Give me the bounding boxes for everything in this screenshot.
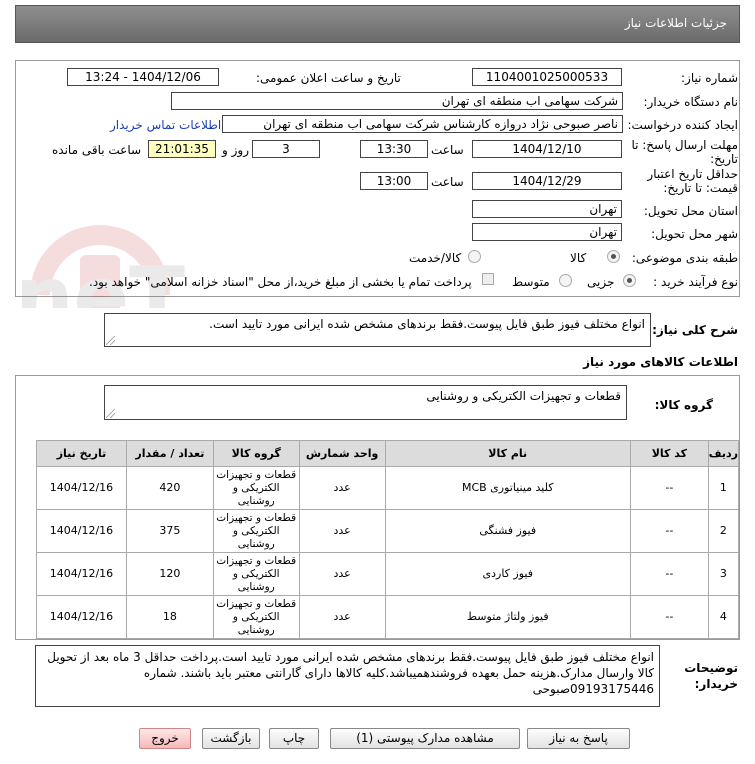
cell-unit: عدد [298,509,386,553]
buyer-contact-link[interactable]: اطلاعات تماس خریدار [110,118,221,132]
col-name: نام کالا [384,440,631,467]
validity-time-label: ساعت [431,175,464,189]
process-label: نوع فرآیند خرید : [653,275,738,289]
need-number-field[interactable]: 1104001025000533 [472,68,622,86]
table-header-row: ردیف کد کالا نام کالا واحد شمارش گروه کا… [36,440,740,467]
category-goods-radio[interactable] [607,250,620,263]
city-label: شهر محل تحویل: [651,227,738,241]
cell-row: 4 [707,595,740,639]
col-row: ردیف [707,440,740,467]
table-row[interactable]: 4 -- فیوز ولتاژ متوسط عدد قطعات و تجهیزا… [36,595,740,639]
process-partial-radio[interactable] [623,274,636,287]
cell-name: کلید مینیاتوری MCB [384,466,631,510]
col-date: تاریخ نیاز [36,440,127,467]
cell-code: -- [629,552,709,596]
city-field[interactable]: تهران [472,223,622,241]
buyer-notes-text: انواع مختلف فیوز طبق فایل پیوست.فقط برند… [47,650,654,696]
announce-label: تاریخ و ساعت اعلان عمومی: [256,71,401,85]
col-code: کد کالا [629,440,709,467]
buyer-org-label: نام دستگاه خریدار: [643,95,739,109]
table-row[interactable]: 1 -- کلید مینیاتوری MCB عدد قطعات و تجهی… [36,466,740,510]
cell-group: قطعات و تجهیزات الکتریکی و روشنایی [212,509,300,553]
cell-date: 1404/12/16 [36,595,127,639]
category-label: طبقه بندی موضوعی: [631,251,738,265]
description-label: شرح کلی نیاز: [652,323,738,337]
province-field[interactable]: تهران [472,200,622,218]
description-textarea[interactable]: انواع مختلف فیوز طبق فایل پیوست.فقط برند… [104,313,651,347]
cell-group: قطعات و تجهیزات الکتریکی و روشنایی [212,466,300,510]
days-remaining-field[interactable]: 3 [252,140,320,158]
requester-field[interactable]: ناصر صبوحی نژاد دروازه کارشناس شرکت سهام… [222,115,623,133]
reply-button[interactable]: پاسخ به نیاز [527,728,630,749]
remaining-time-field[interactable]: 21:01:35 [148,140,216,158]
cell-unit: عدد [298,595,386,639]
validity-label: حداقل تاریخ اعتبار قیمت: تا تاریخ: [647,167,738,195]
buyer-notes-textarea[interactable]: انواع مختلف فیوز طبق فایل پیوست.فقط برند… [35,645,660,707]
validity-time-field[interactable]: 13:00 [360,172,428,190]
resize-grip-icon[interactable] [106,409,115,418]
goods-group-textarea[interactable]: قطعات و تجهیزات الکتریکی و روشنایی [104,385,627,420]
print-button[interactable]: چاپ [269,728,319,749]
cell-qty: 375 [125,509,214,553]
cell-row: 2 [707,509,740,553]
goods-table: ردیف کد کالا نام کالا واحد شمارش گروه کا… [36,440,740,639]
cell-row: 3 [707,552,740,596]
exit-button[interactable]: خروج [139,728,191,749]
cell-code: -- [629,466,709,510]
col-group: گروه کالا [212,440,300,467]
province-label: استان محل تحویل: [643,204,738,218]
treasury-payment-checkbox[interactable] [482,273,494,285]
cell-qty: 120 [125,552,214,596]
back-button[interactable]: بازگشت [202,728,260,749]
description-text: انواع مختلف فیوز طبق فایل پیوست.فقط برند… [209,317,645,331]
cell-group: قطعات و تجهیزات الکتریکی و روشنایی [212,595,300,639]
process-medium-radio[interactable] [559,274,572,287]
goods-group-label: گروه کالا: [654,398,713,412]
validity-date-field[interactable]: 1404/12/29 [472,172,622,190]
goods-group-text: قطعات و تجهیزات الکتریکی و روشنایی [426,389,621,403]
page-title-bar: جزئیات اطلاعات نیاز [15,5,740,43]
process-partial-label: جزیی [587,275,615,289]
announce-date-field[interactable]: 1404/12/06 - 13:24 [67,68,219,86]
cell-group: قطعات و تجهیزات الکتریکی و روشنایی [212,552,300,596]
cell-name: فیوز ولتاژ متوسط [384,595,631,639]
cell-date: 1404/12/16 [36,509,127,553]
cell-unit: عدد [298,552,386,596]
buyer-org-field[interactable]: شرکت سهامی اب منطقه ای تهران [171,92,623,110]
col-unit: واحد شمارش [298,440,386,467]
cell-name: فیوز فشنگی [384,509,631,553]
buyer-notes-label: توضیحات خریدار: [684,661,738,691]
cell-row: 1 [707,466,740,510]
process-medium-label: متوسط [512,275,550,289]
category-goods-label: کالا [570,251,587,265]
page-title: جزئیات اطلاعات نیاز [624,16,727,30]
deadline-time-field[interactable]: 13:30 [360,140,428,158]
resize-grip-icon[interactable] [106,336,115,345]
remaining-time-label: ساعت باقی مانده [52,143,142,157]
treasury-payment-note: پرداخت تمام یا بخشی از مبلغ خرید،از محل … [89,275,472,289]
cell-code: -- [629,509,709,553]
requester-label: ایجاد کننده درخواست: [627,118,738,132]
cell-unit: عدد [298,466,386,510]
cell-name: فیوز کاردی [384,552,631,596]
goods-section-title: اطلاعات کالاهای مورد نیاز [583,355,738,369]
table-row[interactable]: 2 -- فیوز فشنگی عدد قطعات و تجهیزات الکت… [36,509,740,553]
category-goods-service-label: کالا/خدمت [409,251,462,265]
need-number-label: شماره نیاز: [681,71,738,85]
cell-qty: 18 [125,595,214,639]
table-row[interactable]: 3 -- فیوز کاردی عدد قطعات و تجهیزات الکت… [36,552,740,596]
view-attachments-button[interactable]: مشاهده مدارک پیوستی (1) [330,728,520,749]
cell-code: -- [629,595,709,639]
category-goods-service-radio[interactable] [468,250,481,263]
days-label: روز و [222,143,249,157]
col-qty: تعداد / مقدار [125,440,214,467]
deadline-time-label: ساعت [431,143,464,157]
cell-date: 1404/12/16 [36,552,127,596]
deadline-label: مهلت ارسال پاسخ: تا تاریخ: [631,138,738,166]
cell-date: 1404/12/16 [36,466,127,510]
cell-qty: 420 [125,466,214,510]
deadline-date-field[interactable]: 1404/12/10 [472,140,622,158]
